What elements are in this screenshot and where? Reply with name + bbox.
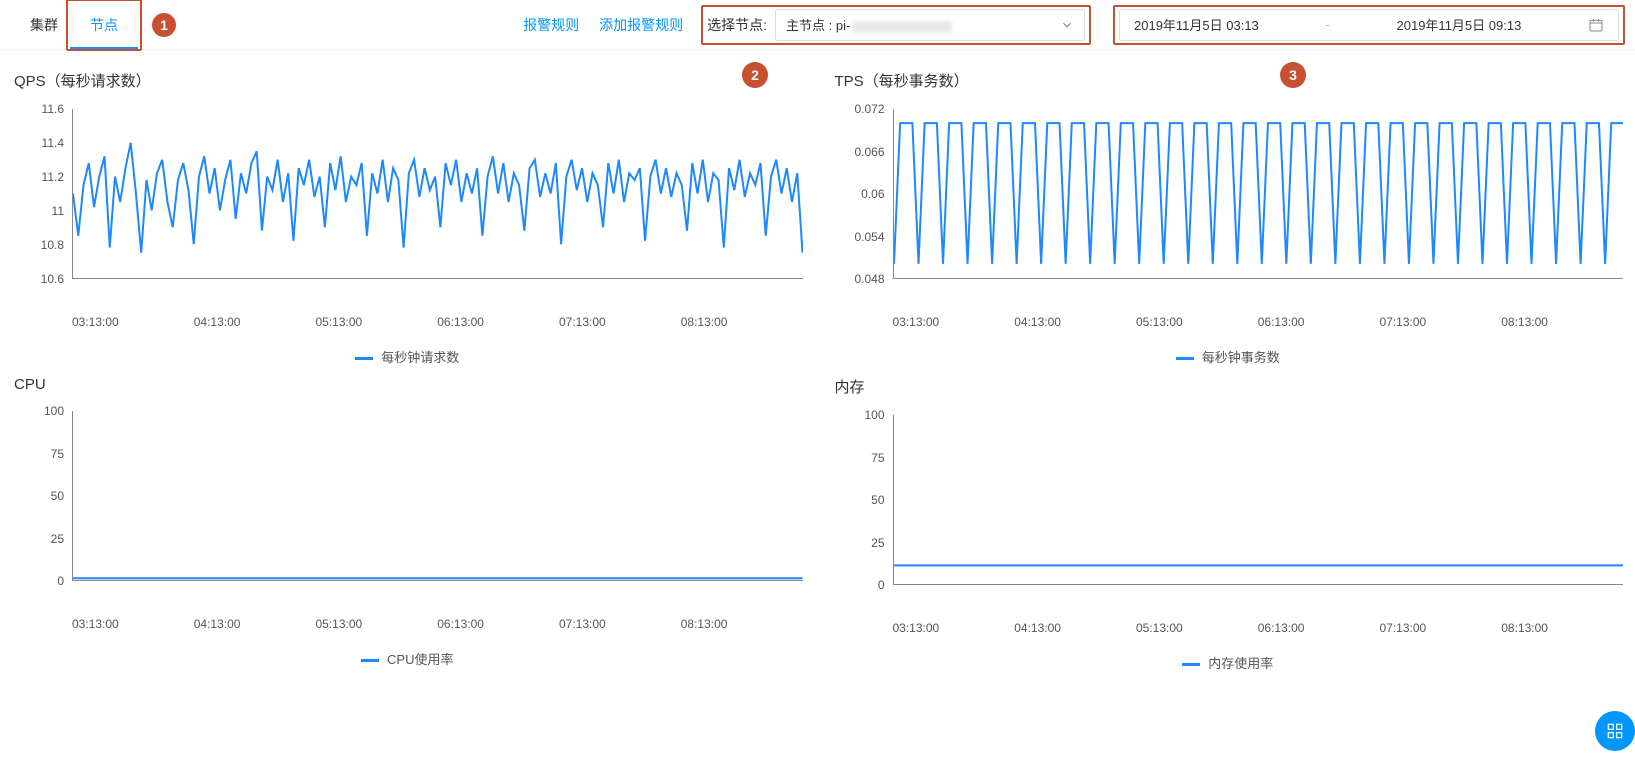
legend-swatch xyxy=(1182,663,1200,666)
plot-area xyxy=(72,411,803,581)
date-from: 2019年11月5日 03:13 xyxy=(1134,15,1259,34)
y-axis: 10.610.81111.211.411.6 xyxy=(12,109,72,279)
legend: 每秒钟请求数 xyxy=(12,347,803,366)
date-sep: - xyxy=(1325,17,1329,32)
legend: CPU使用率 xyxy=(12,649,803,668)
x-axis: 03:13:0004:13:0005:13:0006:13:0007:13:00… xyxy=(893,621,1624,635)
tab-node[interactable]: 节点 xyxy=(70,1,138,49)
plot-area xyxy=(72,109,803,279)
chart-title: QPS（每秒请求数） xyxy=(14,70,803,91)
node-select[interactable]: 主节点 : pi- xyxy=(775,9,1085,41)
chevron-down-icon xyxy=(1060,18,1074,32)
chart-title: 内存 xyxy=(835,376,1624,397)
chart-title: CPU xyxy=(14,376,803,393)
charts-grid: QPS（每秒请求数） 10.610.81111.211.411.6 03:13:00… xyxy=(0,50,1635,682)
legend: 内存使用率 xyxy=(833,653,1624,672)
grid-icon xyxy=(1605,721,1625,741)
highlight-box-2: 选择节点: 主节点 : pi- xyxy=(701,5,1091,45)
node-select-label: 选择节点: xyxy=(707,15,767,35)
y-axis: 0.0480.0540.060.0660.072 xyxy=(833,109,893,279)
legend-swatch xyxy=(361,659,379,662)
legend: 每秒钟事务数 xyxy=(833,347,1624,366)
x-axis: 03:13:0004:13:0005:13:0006:13:0007:13:00… xyxy=(893,315,1624,329)
node-select-value: 主节点 : pi- xyxy=(786,15,952,34)
annotation-1-badge: 1 xyxy=(152,13,176,37)
tabs: 集群 节点 1 xyxy=(10,0,176,51)
chart-mem: 内存 0255075100 03:13:0004:13:0005:13:0006:1… xyxy=(833,376,1624,672)
legend-swatch xyxy=(1176,357,1194,360)
date-to: 2019年11月5日 09:13 xyxy=(1397,15,1522,34)
date-range-picker[interactable]: 2019年11月5日 03:13 - 2019年11月5日 09:13 xyxy=(1119,9,1619,41)
link-add-alarm-rule[interactable]: 添加报警规则 xyxy=(599,15,683,35)
highlight-box-3: 2019年11月5日 03:13 - 2019年11月5日 09:13 xyxy=(1113,5,1625,45)
x-axis: 03:13:0004:13:0005:13:0006:13:0007:13:00… xyxy=(72,617,803,631)
chart-title: TPS（每秒事务数） xyxy=(835,70,1624,91)
plot-area xyxy=(893,109,1624,279)
help-fab[interactable] xyxy=(1595,711,1635,751)
legend-swatch xyxy=(355,357,373,360)
link-alarm-rules[interactable]: 报警规则 xyxy=(523,15,579,35)
plot-area xyxy=(893,415,1624,585)
obscured-text xyxy=(852,21,952,33)
calendar-icon xyxy=(1588,17,1604,33)
chart-qps: QPS（每秒请求数） 10.610.81111.211.411.6 03:13:00… xyxy=(12,70,803,366)
y-axis: 0255075100 xyxy=(833,415,893,585)
x-axis: 03:13:0004:13:0005:13:0006:13:0007:13:00… xyxy=(72,315,803,329)
chart-cpu: CPU 0255075100 03:13:0004:13:0005:13:0006:… xyxy=(12,376,803,672)
chart-tps: TPS（每秒事务数） 0.0480.0540.060.0660.072 03:13:… xyxy=(833,70,1624,366)
highlight-box-1: 节点 xyxy=(66,0,142,51)
top-bar: 集群 节点 1 报警规则 添加报警规则 选择节点: 主节点 : pi- 2019… xyxy=(0,0,1635,50)
y-axis: 0255075100 xyxy=(12,411,72,581)
